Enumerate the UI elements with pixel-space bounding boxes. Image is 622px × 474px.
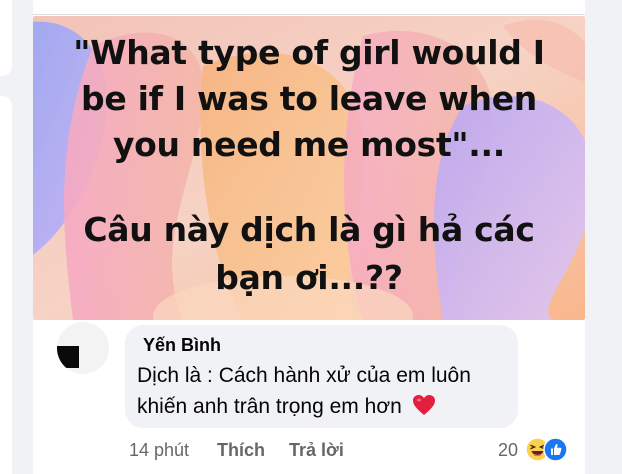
caption-line-1: "What type of girl would I xyxy=(73,33,545,72)
comment-bubble: Yến Bình Dịch là : Cách hành xử của em l… xyxy=(125,325,518,428)
avatar[interactable] xyxy=(57,322,109,374)
comment-text-line-2: khiến anh trân trọng em hơn xyxy=(137,395,402,418)
image-caption-english: "What type of girl would I be if I was t… xyxy=(33,30,585,168)
caption-line-3: you need me most"... xyxy=(112,125,506,164)
left-panel-edge-bottom xyxy=(0,96,12,474)
comment-text: Dịch là : Cách hành xử của em luôn khiến… xyxy=(137,360,512,422)
red-heart-icon xyxy=(412,395,435,415)
like-icon xyxy=(543,437,568,462)
avatar-image xyxy=(57,346,79,368)
like-button[interactable]: Thích xyxy=(217,440,265,461)
post-image[interactable]: "What type of girl would I be if I was t… xyxy=(33,16,585,320)
question-line-1: Câu này dịch là gì hả các xyxy=(83,210,535,249)
question-line-2: bạn ơi...?? xyxy=(215,258,403,297)
left-panel-edge-top xyxy=(0,0,12,76)
caption-line-2: be if I was to leave when xyxy=(81,79,537,118)
post-card: "What type of girl would I be if I was t… xyxy=(33,0,585,474)
comment-author-name[interactable]: Yến Bình xyxy=(143,335,221,356)
comment-text-line-1: Dịch là : Cách hành xử của em luôn xyxy=(137,364,471,387)
reply-button[interactable]: Trả lời xyxy=(289,440,344,461)
reaction-count: 20 xyxy=(498,440,519,460)
comment-timestamp[interactable]: 14 phút xyxy=(129,440,189,461)
divider xyxy=(33,14,585,15)
image-caption-question: Câu này dịch là gì hả các bạn ơi...?? xyxy=(33,206,585,302)
